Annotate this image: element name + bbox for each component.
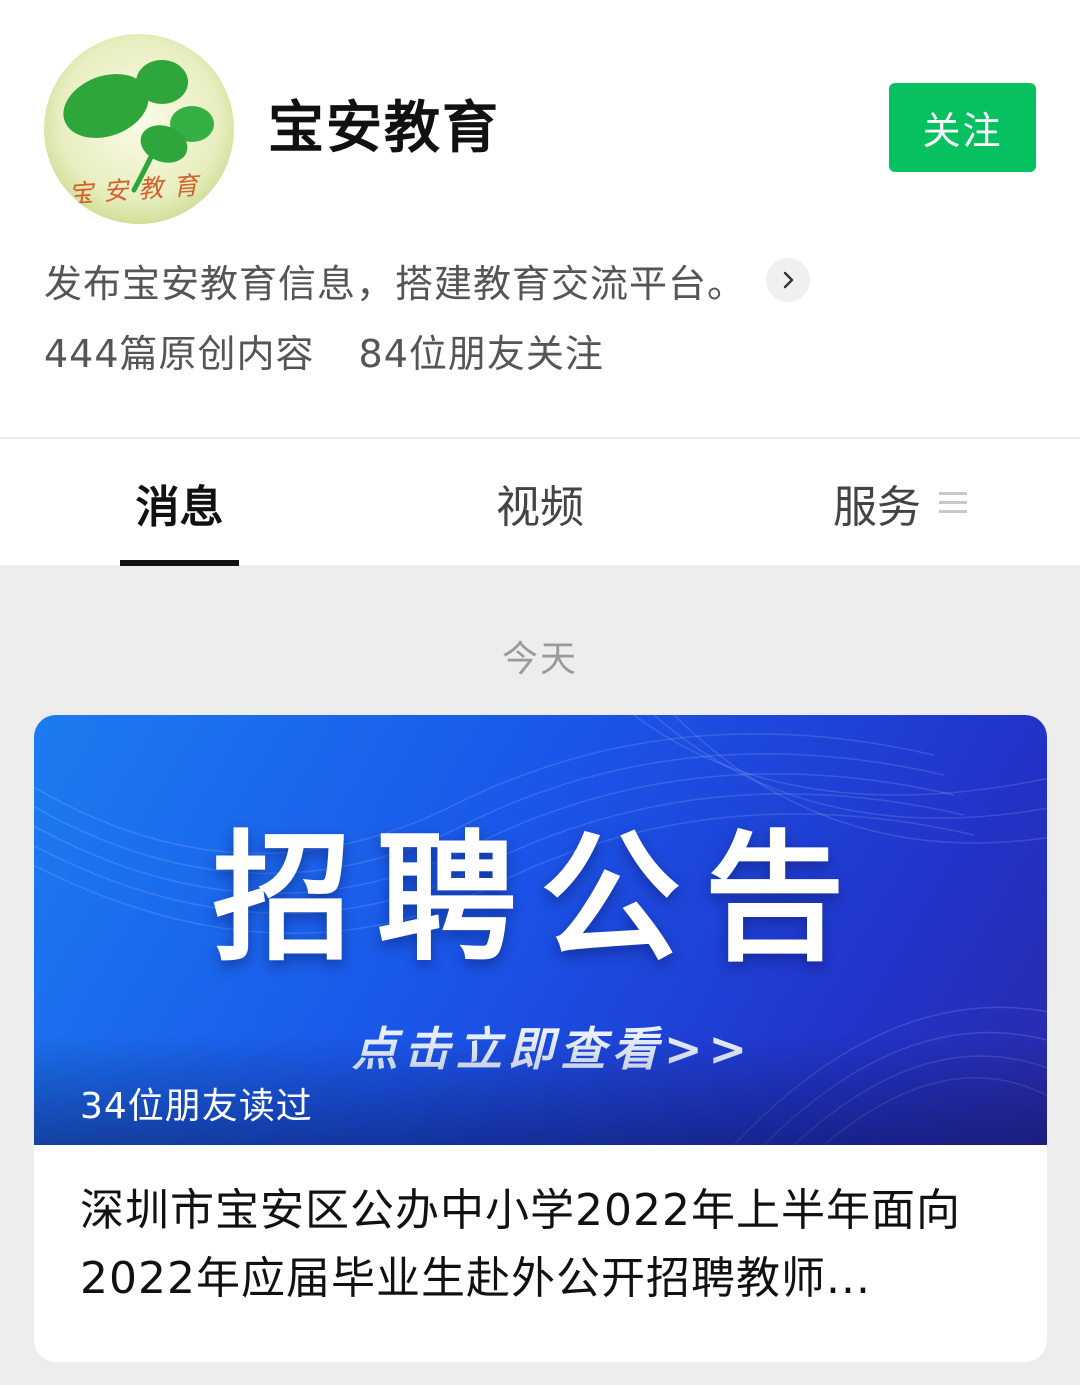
- chevron-right-icon[interactable]: [766, 258, 811, 302]
- tab-services[interactable]: 服务: [820, 439, 980, 566]
- account-stats: 444篇原创内容 84位朋友关注: [44, 322, 604, 378]
- tab-label: 视频: [496, 481, 584, 533]
- friends-following-count[interactable]: 84位朋友关注: [359, 323, 604, 378]
- profile-header: 宝安教育 宝安教育 关注 发布宝安教育信息，搭建教育交流平台。 444篇原创内容…: [0, 0, 1080, 437]
- article-title[interactable]: 深圳市宝安区公办中小学2022年上半年面向2022年应届毕业生赴外公开招聘教师.…: [80, 1177, 980, 1313]
- article-cover-image[interactable]: 招聘公告 点击立即查看>> 34位朋友读过: [34, 715, 1047, 1145]
- account-avatar[interactable]: 宝安教育: [44, 34, 234, 224]
- tab-messages[interactable]: 消息: [120, 439, 239, 566]
- account-description[interactable]: 发布宝安教育信息，搭建教育交流平台。: [44, 252, 811, 308]
- date-divider: 今天: [501, 639, 578, 680]
- account-name: 宝安教育: [268, 96, 500, 161]
- original-content-count[interactable]: 444篇原创内容: [44, 323, 315, 378]
- active-tab-indicator: [120, 560, 239, 566]
- cover-headline: 招聘公告: [212, 818, 869, 981]
- tab-label: 消息: [135, 481, 224, 533]
- tab-videos[interactable]: 视频: [480, 439, 600, 566]
- content-tabs: 消息 视频 服务: [0, 438, 1080, 566]
- tab-label: 服务: [833, 481, 921, 533]
- article-card[interactable]: 招聘公告 点击立即查看>> 34位朋友读过 深圳市宝安区公办中小学2022年上半…: [34, 715, 1047, 1362]
- description-text: 发布宝安教育信息，搭建教育交流平台。: [44, 261, 747, 306]
- follow-button[interactable]: 关注: [889, 83, 1036, 172]
- friends-read-count: 34位朋友读过: [80, 1086, 313, 1127]
- menu-icon: [939, 490, 967, 516]
